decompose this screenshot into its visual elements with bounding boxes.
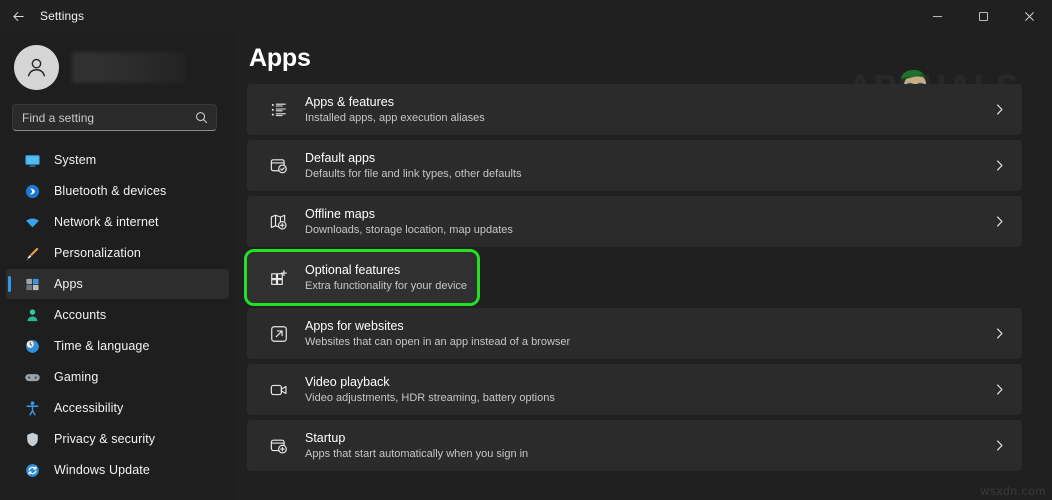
settings-card-subtitle: Installed apps, app execution aliases [305,111,993,126]
person-avatar-icon [23,54,50,81]
sidebar-item-personalization[interactable]: Personalization [6,238,229,268]
search-box[interactable] [12,104,217,131]
main-content: Apps APPUALS [235,32,1052,500]
sidebar-item-gaming[interactable]: Gaming [6,362,229,392]
search-container [12,104,223,131]
close-button[interactable] [1006,0,1052,32]
settings-card-title: Offline maps [305,207,375,221]
monitor-icon [22,150,42,170]
paintbrush-icon [22,243,42,263]
title-bar: Settings [0,0,1052,32]
chevron-right-icon [993,159,1006,172]
settings-card-title: Default apps [305,151,375,165]
sidebar-item-time-language[interactable]: Time & language [6,331,229,361]
chevron-right-icon [993,327,1006,340]
settings-card-video-playback[interactable]: Video playback Video adjustments, HDR st… [247,364,1022,415]
video-camera-icon [266,377,292,403]
sidebar-item-label: Apps [54,277,83,291]
sidebar-item-label: Time & language [54,339,150,353]
account-section[interactable] [0,32,235,92]
settings-card-subtitle: Extra functionality for your device [305,279,461,294]
sidebar-item-label: Windows Update [54,463,150,477]
minimize-button[interactable] [914,0,960,32]
map-plus-icon [266,209,292,235]
sidebar-item-accounts[interactable]: Accounts [6,300,229,330]
window-body: System Bluetooth & devices [0,32,1052,500]
sidebar-item-label: Accessibility [54,401,123,415]
account-person-icon [22,305,42,325]
maximize-button[interactable] [960,0,1006,32]
settings-card-offline-maps[interactable]: Offline maps Downloads, storage location… [247,196,1022,247]
sidebar-item-label: Bluetooth & devices [54,184,166,198]
wifi-icon [22,212,42,232]
settings-card-text: Apps for websites Websites that can open… [305,317,993,350]
settings-card-default-apps[interactable]: Default apps Defaults for file and link … [247,140,1022,191]
settings-card-subtitle: Downloads, storage location, map updates [305,223,993,238]
chevron-right-icon [993,383,1006,396]
window-title: Settings [40,9,84,23]
accessibility-person-icon [22,398,42,418]
settings-card-optional-features[interactable]: Optional features Extra functionality fo… [247,252,477,303]
clock-globe-icon [22,336,42,356]
sidebar-nav: System Bluetooth & devices [0,145,235,500]
avatar [14,45,59,90]
settings-card-title: Startup [305,431,345,445]
sidebar-item-apps[interactable]: Apps [6,269,229,299]
back-arrow-icon [11,9,26,24]
back-button[interactable] [0,0,36,32]
settings-card-text: Video playback Video adjustments, HDR st… [305,373,993,406]
sidebar-item-privacy-security[interactable]: Privacy & security [6,424,229,454]
sidebar-item-accessibility[interactable]: Accessibility [6,393,229,423]
settings-card-subtitle: Apps that start automatically when you s… [305,447,993,462]
page-title: Apps [247,32,1022,73]
settings-card-title: Video playback [305,375,390,389]
sidebar-item-bluetooth-devices[interactable]: Bluetooth & devices [6,176,229,206]
sidebar: System Bluetooth & devices [0,32,235,500]
sidebar-item-windows-update[interactable]: Windows Update [6,455,229,485]
settings-card-apps-for-websites[interactable]: Apps for websites Websites that can open… [247,308,1022,359]
shield-icon [22,429,42,449]
settings-card-list: Apps & features Installed apps, app exec… [247,84,1022,471]
window-check-icon [266,153,292,179]
sidebar-item-label: System [54,153,96,167]
apps-grid-icon [22,274,42,294]
grid-plus-icon [266,265,292,291]
sidebar-item-label: Privacy & security [54,432,155,446]
settings-card-text: Optional features Extra functionality fo… [305,261,461,294]
search-input[interactable] [22,111,195,125]
settings-card-text: Startup Apps that start automatically wh… [305,429,993,462]
maximize-icon [978,11,989,22]
chevron-right-icon [993,103,1006,116]
update-refresh-icon [22,460,42,480]
settings-card-title: Optional features [305,263,400,277]
close-icon [1024,11,1035,22]
sidebar-item-label: Gaming [54,370,98,384]
sidebar-item-system[interactable]: System [6,145,229,175]
chevron-right-icon [993,215,1006,228]
external-link-icon [266,321,292,347]
search-icon [195,111,208,124]
settings-window: Settings [0,0,1052,500]
settings-card-title: Apps for websites [305,319,404,333]
settings-card-startup[interactable]: Startup Apps that start automatically wh… [247,420,1022,471]
sidebar-item-label: Accounts [54,308,106,322]
gamepad-icon [22,367,42,387]
settings-card-apps-features[interactable]: Apps & features Installed apps, app exec… [247,84,1022,135]
settings-card-subtitle: Websites that can open in an app instead… [305,335,993,350]
settings-card-subtitle: Defaults for file and link types, other … [305,167,993,182]
settings-card-text: Offline maps Downloads, storage location… [305,205,993,238]
account-name [72,52,185,83]
window-plus-icon [266,433,292,459]
sidebar-item-label: Personalization [54,246,141,260]
settings-card-text: Apps & features Installed apps, app exec… [305,93,993,126]
chevron-right-icon [993,439,1006,452]
settings-card-title: Apps & features [305,95,394,109]
settings-card-text: Default apps Defaults for file and link … [305,149,993,182]
list-bullets-icon [266,97,292,123]
minimize-icon [932,11,943,22]
bluetooth-icon [22,181,42,201]
sidebar-item-label: Network & internet [54,215,159,229]
settings-card-subtitle: Video adjustments, HDR streaming, batter… [305,391,993,406]
sidebar-item-network-internet[interactable]: Network & internet [6,207,229,237]
